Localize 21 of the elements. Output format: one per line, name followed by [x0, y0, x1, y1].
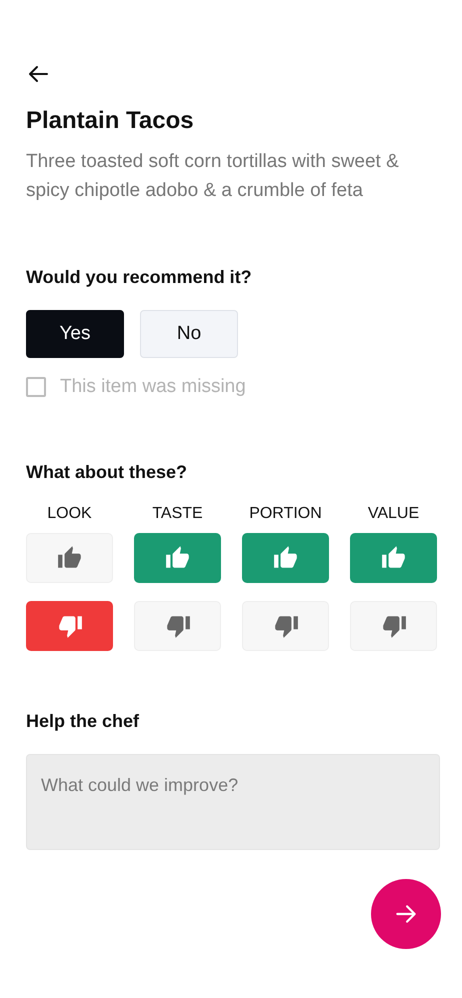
thumbs-up-button[interactable]	[242, 533, 329, 583]
thumbs-down-button[interactable]	[26, 601, 113, 651]
item-description: Three toasted soft corn tortillas with sweet & spicy chipotle adobo & a crumble of feta	[26, 150, 400, 203]
thumbs-up-icon	[164, 545, 190, 571]
rating-label: PORTION	[248, 505, 323, 523]
choice-button[interactable]: No	[140, 310, 238, 358]
thumbs-up-icon	[272, 545, 298, 571]
section-heading: Help the chef	[26, 711, 140, 732]
checkbox-label: This item was missing	[60, 376, 246, 398]
rating-label: TASTE	[151, 505, 204, 523]
choice-button[interactable]: Yes	[26, 310, 124, 358]
item-title: Plantain Tacos	[26, 107, 195, 135]
thumbs-up-icon	[56, 545, 82, 571]
section-heading: Would you recommend it?	[26, 267, 253, 288]
thumbs-up-button[interactable]	[350, 533, 437, 583]
thumbs-up-button[interactable]	[134, 533, 221, 583]
feedback-field[interactable]: What could we improve?	[26, 754, 440, 850]
thumbs-up-icon	[380, 545, 406, 571]
section-heading: What about these?	[26, 462, 188, 483]
rating-label: VALUE	[366, 505, 420, 523]
rating-label: LOOK	[46, 505, 93, 523]
